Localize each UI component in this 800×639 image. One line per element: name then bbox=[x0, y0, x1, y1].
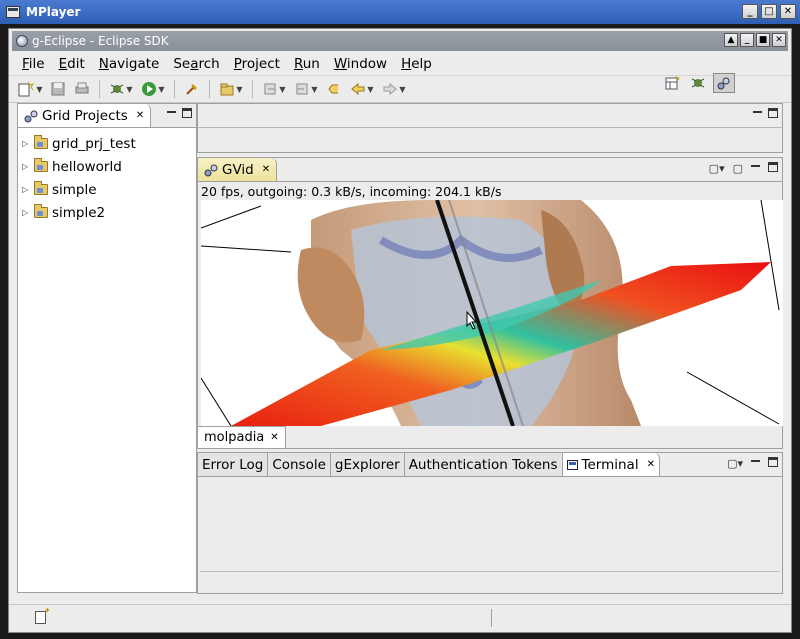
forward-icon[interactable]: ▼ bbox=[379, 79, 409, 99]
mplayer-titlebar[interactable]: MPlayer _ □ ✕ bbox=[0, 0, 800, 24]
new-wizard-icon[interactable]: ▼ bbox=[15, 79, 45, 99]
expand-arrow-icon[interactable]: ▷ bbox=[22, 208, 30, 217]
minimize-view-icon[interactable] bbox=[753, 111, 762, 114]
eclipse-maximize-button[interactable]: ■ bbox=[756, 33, 770, 47]
prev-annotation-icon[interactable]: ▼ bbox=[291, 79, 321, 99]
minimize-view-icon[interactable] bbox=[751, 460, 760, 463]
menu-search[interactable]: Search bbox=[166, 56, 226, 72]
maximize-view-icon[interactable] bbox=[768, 457, 778, 467]
tab-console[interactable]: Console bbox=[268, 453, 331, 476]
maximize-button[interactable]: □ bbox=[761, 4, 777, 19]
project-folder-icon bbox=[34, 158, 48, 172]
menubar: File Edit Navigate Search Project Run Wi… bbox=[9, 53, 791, 75]
minimize-button[interactable]: _ bbox=[742, 4, 758, 19]
debug-perspective-icon[interactable] bbox=[687, 73, 709, 93]
grid-projects-panel: Grid Projects ✕ ▷ grid_prj_test ▷ hellow… bbox=[17, 103, 197, 593]
menu-help[interactable]: Help bbox=[394, 56, 439, 72]
eclipse-title: g-Eclipse - Eclipse SDK bbox=[32, 34, 169, 48]
tab-grid-projects-label: Grid Projects bbox=[42, 107, 128, 124]
debug-icon[interactable]: ▼ bbox=[106, 79, 136, 99]
mplayer-title: MPlayer bbox=[26, 5, 81, 19]
eclipse-minimize-button[interactable]: _ bbox=[740, 33, 754, 47]
tab-grid-projects[interactable]: Grid Projects ✕ bbox=[18, 104, 152, 127]
tree-item-helloworld[interactable]: ▷ helloworld bbox=[18, 155, 196, 178]
expand-arrow-icon[interactable]: ▷ bbox=[22, 162, 30, 171]
status-bar bbox=[9, 604, 791, 630]
tree-item-label: simple bbox=[52, 181, 97, 198]
open-type-icon[interactable]: ▼ bbox=[216, 79, 246, 99]
gvid-icon bbox=[204, 164, 218, 176]
grid-projects-icon bbox=[24, 110, 38, 122]
save-icon[interactable] bbox=[47, 79, 69, 99]
tab-terminal[interactable]: Terminal ✕ bbox=[562, 453, 660, 476]
maximize-view-icon[interactable] bbox=[182, 108, 192, 118]
perspective-bar bbox=[661, 73, 735, 93]
tree-item-label: helloworld bbox=[52, 158, 122, 175]
tab-error-log[interactable]: Error Log bbox=[198, 453, 269, 476]
pin-view-icon[interactable]: ▢ bbox=[733, 162, 743, 175]
close-button[interactable]: ✕ bbox=[780, 4, 796, 19]
menu-run[interactable]: Run bbox=[287, 56, 327, 72]
new-terminal-icon[interactable]: ▢▾ bbox=[727, 457, 743, 470]
last-edit-icon[interactable] bbox=[323, 79, 345, 99]
tree-item-simple[interactable]: ▷ simple bbox=[18, 178, 196, 201]
tree-item-simple2[interactable]: ▷ simple2 bbox=[18, 201, 196, 224]
minimize-view-icon[interactable] bbox=[751, 165, 760, 168]
tree-item-label: simple2 bbox=[52, 204, 106, 221]
eclipse-close-button[interactable]: ✕ bbox=[772, 33, 786, 47]
menu-navigate[interactable]: Navigate bbox=[92, 56, 167, 72]
maximize-view-icon[interactable] bbox=[768, 162, 778, 172]
tab-gexplorer[interactable]: gExplorer bbox=[330, 453, 405, 476]
close-tab-icon[interactable]: ✕ bbox=[136, 110, 144, 121]
mplayer-app-icon bbox=[6, 6, 20, 18]
eclipse-window: g-Eclipse - Eclipse SDK ▲ _ ■ ✕ File Edi… bbox=[8, 28, 792, 633]
tab-molpadia[interactable]: molpadia ✕ bbox=[198, 426, 286, 448]
expand-arrow-icon[interactable]: ▷ bbox=[22, 139, 30, 148]
tab-gvid-label: GVid bbox=[222, 161, 254, 178]
back-icon[interactable]: ▼ bbox=[347, 79, 377, 99]
eclipse-app-icon bbox=[16, 35, 28, 47]
bottom-panel: Error Log Console gExplorer Authenticati… bbox=[197, 452, 783, 594]
3d-visualization bbox=[201, 200, 783, 426]
tab-authentication-tokens[interactable]: Authentication Tokens bbox=[404, 453, 563, 476]
expand-arrow-icon[interactable]: ▷ bbox=[22, 185, 30, 194]
tree-item-grid-prj-test[interactable]: ▷ grid_prj_test bbox=[18, 132, 196, 155]
gvid-panel: GVid ✕ ▢▾ ▢ 20 fps, outgoing: 0.3 kB/s, … bbox=[197, 157, 783, 449]
tab-terminal-label: Terminal bbox=[581, 456, 639, 473]
project-folder-icon bbox=[34, 204, 48, 218]
next-annotation-icon[interactable]: ▼ bbox=[259, 79, 289, 99]
tree-item-label: grid_prj_test bbox=[52, 135, 136, 152]
menu-edit[interactable]: Edit bbox=[52, 56, 92, 72]
menu-file[interactable]: File bbox=[15, 56, 52, 72]
eclipse-titlebar[interactable]: g-Eclipse - Eclipse SDK ▲ _ ■ ✕ bbox=[12, 31, 788, 51]
open-perspective-icon[interactable] bbox=[661, 73, 683, 93]
gvid-sub-tabs: molpadia ✕ bbox=[198, 426, 286, 448]
project-tree: ▷ grid_prj_test ▷ helloworld ▷ simple ▷ … bbox=[18, 128, 196, 224]
grid-perspective-icon[interactable] bbox=[713, 73, 735, 93]
maximize-view-icon[interactable] bbox=[768, 108, 778, 118]
run-icon[interactable]: ▼ bbox=[138, 79, 168, 99]
external-tools-icon[interactable] bbox=[181, 79, 203, 99]
empty-editor-area bbox=[197, 103, 783, 153]
video-canvas[interactable] bbox=[201, 200, 783, 426]
project-folder-icon bbox=[34, 135, 48, 149]
terminal-icon bbox=[566, 459, 578, 470]
new-view-icon[interactable]: ▢▾ bbox=[709, 162, 725, 175]
close-tab-icon[interactable]: ✕ bbox=[270, 432, 278, 443]
shade-button[interactable]: ▲ bbox=[724, 33, 738, 47]
tab-molpadia-label: molpadia bbox=[204, 430, 265, 445]
close-tab-icon[interactable]: ✕ bbox=[647, 459, 655, 470]
gvid-status-text: 20 fps, outgoing: 0.3 kB/s, incoming: 20… bbox=[201, 184, 502, 199]
project-folder-icon bbox=[34, 181, 48, 195]
close-tab-icon[interactable]: ✕ bbox=[262, 164, 270, 175]
minimize-view-icon[interactable] bbox=[167, 111, 176, 114]
print-icon[interactable] bbox=[71, 79, 93, 99]
menu-window[interactable]: Window bbox=[327, 56, 394, 72]
fast-view-icon[interactable] bbox=[35, 606, 51, 624]
menu-project[interactable]: Project bbox=[227, 56, 287, 72]
tab-gvid[interactable]: GVid ✕ bbox=[198, 158, 278, 181]
